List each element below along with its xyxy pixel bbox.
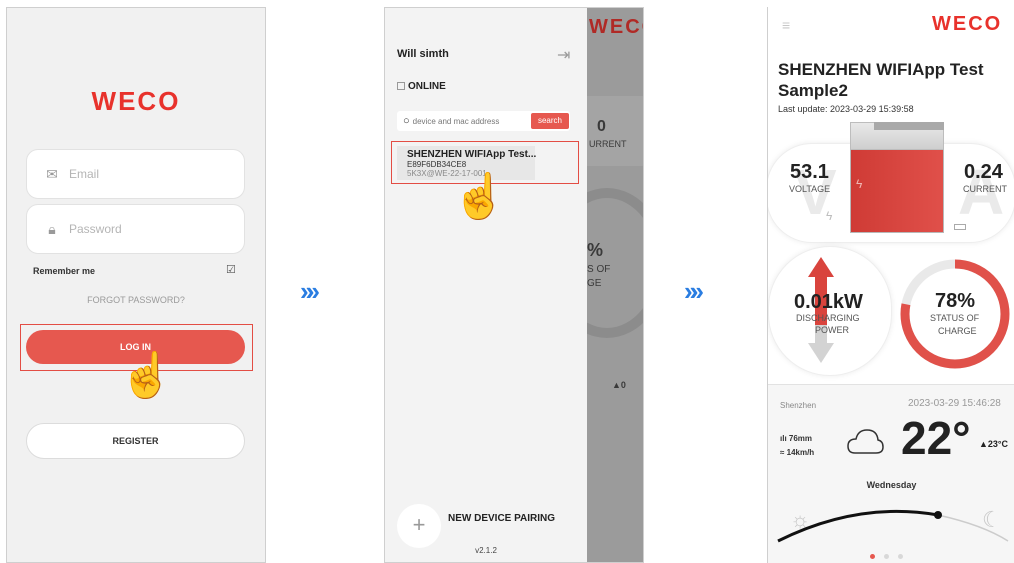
search-icon: ○ <box>403 115 410 127</box>
dimmed-temp: ▲0 <box>612 380 626 390</box>
moon-icon: ☾ <box>982 507 1002 532</box>
temperature: 22° <box>901 412 971 464</box>
dashboard-screen: ≡ WECO SHENZHEN WIFIApp Test Sample2 Las… <box>767 7 1014 563</box>
last-update: Last update: 2023-03-29 15:39:58 <box>778 104 914 114</box>
temperature-high: ▲23°C <box>979 439 1009 449</box>
logout-icon[interactable]: ⇥ <box>557 45 570 65</box>
bolt-icon: ϟ <box>856 177 863 191</box>
current-label: CURRENT <box>963 184 1007 194</box>
password-field[interactable]: 🔒︎ Password <box>26 204 245 254</box>
email-placeholder: Email <box>69 167 100 181</box>
wind-icon: ≈ <box>780 448 785 457</box>
cloud-icon <box>847 429 884 454</box>
wind-readout: ≈ 14km/h <box>780 448 814 457</box>
page-dot-active[interactable] <box>870 554 875 559</box>
page-indicator <box>870 554 903 559</box>
dimmed-current-value: 0 <box>597 118 606 135</box>
device-mac: E89F6DB34CE8 <box>407 160 467 169</box>
page-dot[interactable] <box>898 554 903 559</box>
menu-icon[interactable]: ≡ <box>782 17 790 33</box>
rain-value: 76mm <box>788 434 813 443</box>
weco-logo: WECO <box>932 13 1003 35</box>
pointing-hand-icon: ☝ <box>119 351 174 400</box>
remember-me-checkbox[interactable]: ☑ <box>226 263 236 276</box>
search-button[interactable]: search <box>531 113 569 129</box>
charge-label-2: CHARGE <box>938 326 977 336</box>
flow-arrow-icon: »» <box>300 276 321 306</box>
weekday: Wednesday <box>866 480 917 490</box>
mail-icon: ✉ <box>46 165 58 182</box>
device-name: SHENZHEN WIFIApp Test... <box>407 149 537 160</box>
flow-arrow-icon: »» <box>684 276 705 306</box>
weather-time: 2023-03-29 15:46:28 <box>908 398 1001 409</box>
dimmed-percent: % <box>587 240 604 260</box>
search-placeholder: device and mac address <box>412 117 500 126</box>
dimmed-status-label: S OF <box>587 264 611 275</box>
device-drawer-screen: WECO 0 URRENT % S OF GE ▲0 Will simth ⇥ … <box>384 7 644 563</box>
page-dot[interactable] <box>884 554 889 559</box>
forgot-password-link[interactable]: FORGOT PASSWORD? <box>7 295 265 305</box>
app-version: v2.1.2 <box>475 546 497 555</box>
remember-me-label: Remember me <box>33 266 96 276</box>
weco-logo: WECO <box>589 16 643 38</box>
email-field[interactable]: ✉ Email <box>26 149 245 199</box>
dimmed-current-label: URRENT <box>589 139 627 149</box>
voltage-value: 53.1 <box>790 161 829 183</box>
rain-icon: ılı <box>780 434 787 443</box>
weather-city: Shenzhen <box>780 401 817 410</box>
side-drawer: Will simth ⇥ ONLINE ○ device and mac addr… <box>385 8 587 562</box>
rain-readout: ılı 76mm <box>780 434 812 443</box>
charge-value: 78% <box>935 290 976 312</box>
divider <box>768 384 1014 385</box>
dimmed-gauge <box>587 188 643 338</box>
voltage-label: VOLTAGE <box>789 184 831 194</box>
user-name: Will simth <box>397 48 449 60</box>
device-title: SHENZHEN WIFIApp Test Sample2 <box>778 60 984 100</box>
online-checkbox[interactable] <box>397 82 405 90</box>
power-value: 0.01kW <box>794 291 863 313</box>
battery-rim <box>874 122 944 130</box>
password-placeholder: Password <box>69 222 122 236</box>
dimmed-background: WECO 0 URRENT % S OF GE ▲0 <box>587 8 643 562</box>
online-filter[interactable]: ONLINE <box>397 81 446 92</box>
dimmed-current-card <box>587 96 643 166</box>
register-button[interactable]: REGISTER <box>26 423 245 459</box>
current-value: 0.24 <box>964 161 1003 183</box>
dimmed-charge-label: GE <box>587 278 602 289</box>
pointing-hand-icon: ☝ <box>452 172 507 221</box>
lock-icon: 🔒︎ <box>48 220 56 237</box>
weco-logo: WECO <box>91 86 181 116</box>
new-device-pairing-label[interactable]: NEW DEVICE PAIRING <box>448 513 555 524</box>
power-label-2: POWER <box>815 325 850 335</box>
add-device-button[interactable]: + <box>397 504 441 548</box>
battery-small-icon <box>954 224 966 230</box>
wind-value: 14km/h <box>786 448 815 457</box>
power-label-1: DISCHARGING <box>796 313 860 323</box>
battery-illustration <box>850 145 944 233</box>
online-label: ONLINE <box>408 81 446 92</box>
bolt-icon: ϟ <box>826 209 833 223</box>
charge-label-1: STATUS OF <box>930 313 980 323</box>
sunrise-icon: ☼ <box>790 507 811 532</box>
login-screen: WECO ✉ Email 🔒︎ Password Remember me ☑ F… <box>6 7 266 563</box>
